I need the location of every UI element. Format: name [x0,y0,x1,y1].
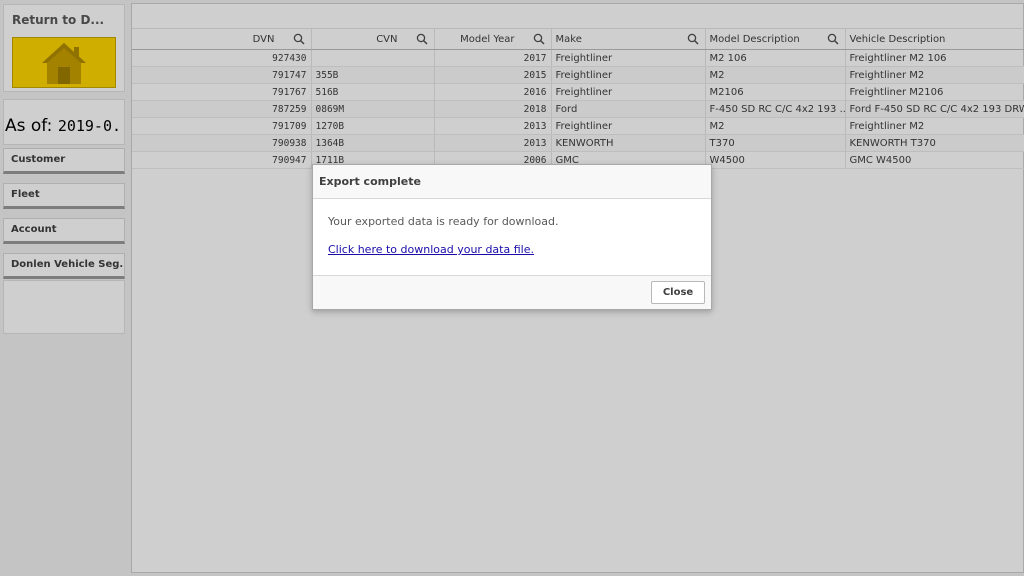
dialog-body: Your exported data is ready for download… [313,199,711,276]
export-dialog: Export complete Your exported data is re… [312,164,712,310]
dialog-message: Your exported data is ready for download… [328,215,559,228]
close-button[interactable]: Close [651,281,705,304]
dialog-footer: Close [313,276,711,309]
dialog-title: Export complete [313,165,711,199]
download-link[interactable]: Click here to download your data file. [328,243,534,256]
